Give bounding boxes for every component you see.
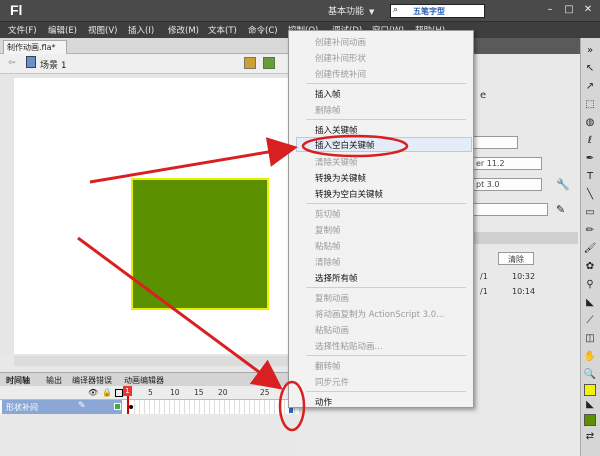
annotation-circle bbox=[301, 134, 409, 158]
annotation-arrow bbox=[89, 137, 298, 184]
annotation-arrow bbox=[77, 236, 283, 390]
annotation-circle bbox=[278, 380, 306, 432]
annotation-layer bbox=[77, 134, 409, 432]
